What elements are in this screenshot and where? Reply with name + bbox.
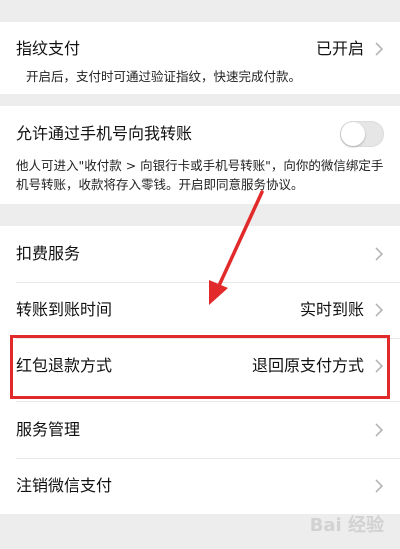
list-item-title: 注销微信支付 bbox=[16, 476, 113, 495]
phone-transfer-row: 允许通过手机号向我转账 bbox=[16, 120, 384, 148]
list-item-title: 红包退款方式 bbox=[16, 356, 113, 375]
divider bbox=[16, 401, 400, 402]
list-item-title: 服务管理 bbox=[16, 420, 81, 439]
phone-transfer-description: 他人可进入"收付款 > 向银行卡或手机号转账"，向你的微信绑定手机号转账，收款将… bbox=[16, 158, 384, 192]
chevron-right-icon bbox=[375, 303, 384, 317]
fingerprint-pay-description: 开启后，支付时可通过验证指纹，快速完成付款。 bbox=[26, 69, 302, 84]
list-item[interactable]: 红包退款方式 退回原支付方式 bbox=[16, 352, 384, 380]
watermark: Bai 经验 bbox=[309, 515, 384, 536]
list-item-value: 实时到账 bbox=[299, 300, 364, 319]
list-item[interactable]: 注销微信支付 bbox=[16, 472, 384, 500]
chevron-right-icon bbox=[375, 359, 384, 373]
phone-transfer-card: 允许通过手机号向我转账 他人可进入"收付款 > 向银行卡或手机号转账"，向你的微… bbox=[0, 106, 400, 204]
divider bbox=[16, 338, 400, 339]
list-item-value: 退回原支付方式 bbox=[251, 356, 364, 375]
chevron-right-icon bbox=[375, 423, 384, 437]
settings-list-card: 扣费服务 转账到账时间 实时到账 红包退款方式 退回原支付方式 服务管理 注销微… bbox=[0, 226, 400, 514]
wechat-pay-settings-page: 指纹支付 已开启 开启后，支付时可通过验证指纹，快速完成付款。 允许通过手机号向… bbox=[0, 0, 400, 549]
list-item[interactable]: 服务管理 bbox=[16, 416, 384, 444]
list-item[interactable]: 转账到账时间 实时到账 bbox=[16, 296, 384, 324]
chevron-right-icon bbox=[375, 42, 384, 56]
chevron-right-icon bbox=[375, 247, 384, 261]
divider bbox=[16, 282, 400, 283]
fingerprint-pay-row[interactable]: 指纹支付 已开启 bbox=[16, 35, 384, 63]
chevron-right-icon bbox=[375, 479, 384, 493]
list-item-title: 转账到账时间 bbox=[16, 300, 113, 319]
list-item[interactable]: 扣费服务 bbox=[16, 240, 384, 268]
fingerprint-pay-title: 指纹支付 bbox=[16, 39, 81, 58]
divider bbox=[16, 458, 400, 459]
fingerprint-pay-status: 已开启 bbox=[315, 39, 364, 58]
phone-transfer-title: 允许通过手机号向我转账 bbox=[16, 124, 193, 143]
toggle-knob bbox=[341, 122, 365, 146]
phone-transfer-toggle[interactable] bbox=[340, 121, 384, 147]
fingerprint-pay-card: 指纹支付 已开启 开启后，支付时可通过验证指纹，快速完成付款。 bbox=[0, 22, 400, 94]
list-item-title: 扣费服务 bbox=[16, 244, 81, 263]
